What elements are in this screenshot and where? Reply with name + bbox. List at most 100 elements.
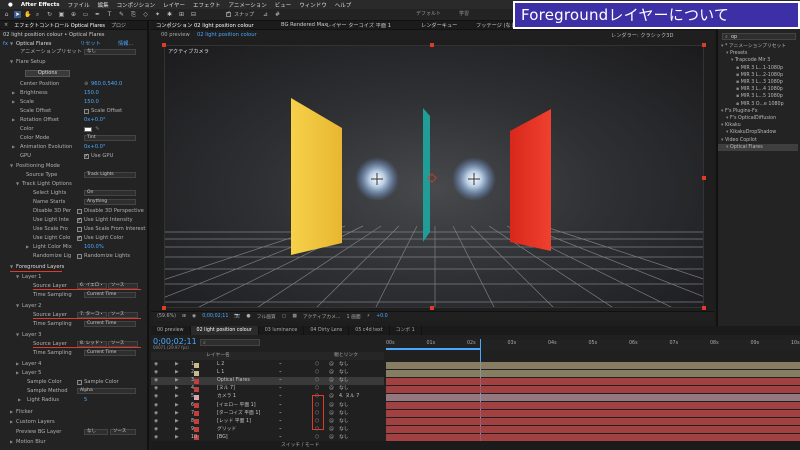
randomize-lights-checkbox[interactable] [77,253,82,259]
layer-search-field[interactable]: ⌕ [200,339,260,346]
clone-tool-icon[interactable]: ⎘ [130,11,137,18]
pan-behind-tool-icon[interactable]: ⊕ [70,11,77,18]
close-icon[interactable]: × [4,22,8,28]
apple-icon[interactable]: ● [8,2,13,8]
work-area-bar[interactable] [386,348,481,350]
3d-layer-icon[interactable]: ⬡ [315,369,319,377]
expand-triangle-icon[interactable]: ▶ [175,418,179,426]
selection-tool-icon[interactable]: ➤ [14,11,21,18]
layer-duration-bar[interactable] [386,385,800,393]
animation-evolution-value[interactable]: 0x+0.0° [84,143,106,151]
parent-pickwhip-icon[interactable]: @ [329,426,334,434]
visibility-eye-icon[interactable]: ◉ [154,410,158,418]
shy-switch-icon[interactable]: ⌁ [279,369,282,377]
parent-pickwhip-icon[interactable]: @ [329,361,334,369]
menu-window[interactable]: ウィンドウ [299,1,327,9]
parent-pickwhip-icon[interactable]: @ [329,369,334,377]
expand-triangle-icon[interactable]: ▶ [175,410,179,418]
layer-duration-bar[interactable] [386,410,800,418]
disclosure-triangle-icon[interactable]: ▼ [16,273,19,281]
transparency-grid-icon[interactable]: ▦ [292,314,297,319]
3d-layer-icon[interactable]: ⬡ [315,361,319,369]
layer-label-color[interactable] [194,386,199,392]
parent-dropdown[interactable]: なし [339,426,349,434]
camera-tool-icon[interactable]: ▣ [58,11,65,18]
world-axis-icon[interactable]: ⊟ [190,11,197,18]
shy-switch-icon[interactable]: ⌁ [279,418,282,426]
roi-icon[interactable]: ▢ [282,314,287,319]
workspace-learn[interactable]: 学習 [459,10,469,19]
tab-effect-controls[interactable]: エフェクトコントロール Optical Flares [14,22,105,29]
grid-icon[interactable]: ⊞ [182,314,186,319]
parent-dropdown[interactable]: なし [339,410,349,418]
menu-edit[interactable]: 編集 [98,1,109,9]
preview-bg-mode-dropdown[interactable]: ソース [110,429,136,435]
shy-switch-icon[interactable]: ⌁ [279,410,282,418]
brush-tool-icon[interactable]: ✎ [118,11,125,18]
disclosure-triangle-icon[interactable]: ▶ [12,116,15,124]
layer-name[interactable]: グリッド [217,426,236,434]
viewer-canvas[interactable]: アクティブカメラ [164,45,704,308]
preset-tree-item[interactable]: ▾ Presets [718,50,798,57]
scale-value[interactable]: 150.0 [84,98,99,106]
comp-corner-handle[interactable] [702,176,706,180]
camera-snapshot-icon[interactable]: 📷 [234,314,240,319]
renderer-label[interactable]: レンダラー: クラシック3D [611,32,673,39]
snapshot-icon[interactable]: ◉ [192,314,196,319]
visibility-eye-icon[interactable]: ◉ [154,361,158,369]
tl-tab-preview[interactable]: 00 preview [151,326,191,335]
parent-pickwhip-icon[interactable]: @ [329,418,334,426]
snap-grid-icon[interactable]: # [274,11,281,18]
layer-name[interactable]: L 1 [217,369,224,377]
disclosure-triangle-icon[interactable]: ▶ [10,418,13,426]
layer-row[interactable]: ◉ ▶ 5 カメラ 1 ⌁ ⬡ @4. ヌル 7 [151,393,384,401]
expand-triangle-icon[interactable]: ▶ [175,402,179,410]
tl-tab-light-position[interactable]: 02 light position colour [190,326,259,335]
layer-row[interactable]: ◉ ▶ 1 L 2 ⌁ ⬡ @ なし [151,361,384,369]
parent-pickwhip-icon[interactable]: @ [329,377,334,385]
layer-duration-bar[interactable] [386,361,800,369]
expand-triangle-icon[interactable]: ▶ [175,426,179,434]
views-layout-dropdown[interactable]: 1 画面 [347,313,361,320]
quality-dropdown[interactable]: フル画質 [257,313,276,320]
tab-renderer-name[interactable]: BG Rendered Max [281,22,327,28]
parent-dropdown[interactable]: なし [339,377,349,385]
expand-triangle-icon[interactable]: ▶ [175,385,179,393]
shy-switch-icon[interactable]: ⌁ [279,426,282,434]
expand-triangle-icon[interactable]: ▶ [175,393,179,401]
subtab-light-position[interactable]: 02 light position colour [197,32,257,38]
shy-switch-icon[interactable]: ⌁ [279,385,282,393]
light-color-mix-value[interactable]: 100.0% [84,243,104,251]
comp-corner-handle[interactable] [162,306,166,310]
disable-3d-checkbox[interactable] [77,208,82,214]
layer1-time-dropdown[interactable]: Current Time [84,292,136,298]
expand-triangle-icon[interactable]: ▶ [175,377,179,385]
menu-composition[interactable]: コンポジション [117,1,156,9]
comp-corner-handle[interactable] [162,43,166,47]
preset-tree-item[interactable]: ▾ Optical Flares [718,143,798,151]
disclosure-triangle-icon[interactable]: ▶ [10,408,13,416]
color-swatch[interactable] [84,126,92,132]
layer-duration-bar[interactable] [386,369,800,377]
parent-pickwhip-icon[interactable]: @ [329,402,334,410]
preview-bg-dropdown[interactable]: なし [84,429,108,435]
disclosure-triangle-icon[interactable]: ▶ [16,360,19,368]
layer-label-color[interactable] [194,411,199,417]
options-button[interactable]: Options [25,70,70,77]
menu-layer[interactable]: レイヤー [163,1,185,9]
layer-row[interactable]: ◉ ▶ 7 [ターコイズ 平面 1] ⌁ ⬡ @ なし [151,410,384,418]
preset-tree-item[interactable]: ▪ MIR 3 L...4 1080p [718,86,798,93]
layer-label-color[interactable] [194,362,199,368]
menu-effect[interactable]: エフェクト [193,1,221,9]
layer3-time-dropdown[interactable]: Current Time [84,350,136,356]
disclosure-triangle-icon[interactable]: ▼ [16,180,19,188]
menu-help[interactable]: ヘルプ [335,1,352,9]
menu-file[interactable]: ファイル [68,1,90,9]
tl-tab-comp1[interactable]: コンポ 1 [390,326,422,335]
eyedropper-icon[interactable]: ✎ [95,125,99,133]
preset-tree-item[interactable]: ▪ MIR 3 L...3 1080p [718,79,798,86]
rectangle-tool-icon[interactable]: ▭ [82,11,89,18]
layer-label-color[interactable] [194,370,199,376]
color-mode-dropdown[interactable]: Tint [84,135,136,141]
layer2-time-dropdown[interactable]: Current Time [84,321,136,327]
